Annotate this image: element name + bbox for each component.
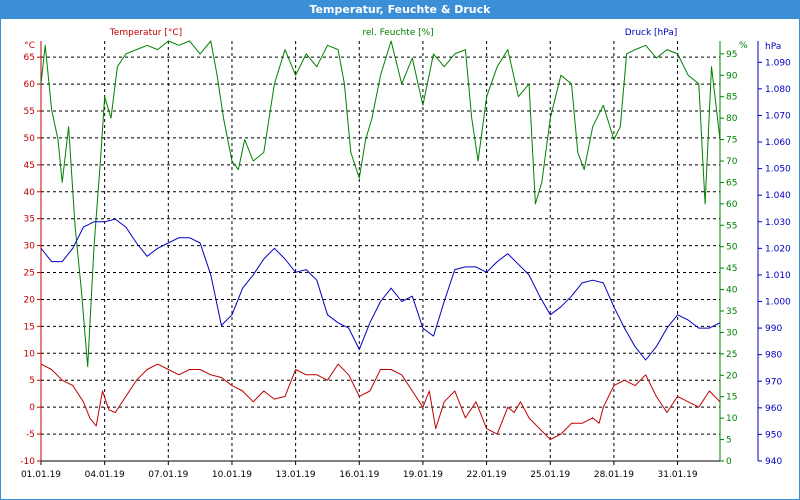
- temp-tick-label: -5: [26, 430, 35, 440]
- pressure-tick-label: 1.030: [765, 218, 791, 228]
- humidity-tick-label: 35: [726, 307, 737, 317]
- humidity-tick-label: 0: [726, 457, 732, 467]
- humidity-unit-label: %: [739, 41, 748, 51]
- humidity-axis-title: rel. Feuchte [%]: [362, 28, 433, 38]
- temp-tick-label: 30: [24, 242, 36, 252]
- temp-tick-label: 65: [24, 53, 35, 63]
- temp-tick-label: 55: [24, 107, 35, 117]
- temp-tick-label: 20: [24, 295, 36, 305]
- pressure-tick-label: 1.080: [765, 85, 791, 95]
- humidity-tick-label: 75: [726, 136, 737, 146]
- humidity-tick-label: 25: [726, 350, 737, 360]
- temp-tick-label: 5: [29, 376, 35, 386]
- temp-tick-label: 0: [29, 403, 35, 413]
- temp-tick-label: 60: [24, 80, 36, 90]
- temp-tick-label: 15: [24, 322, 35, 332]
- pressure-tick-label: 970: [765, 377, 782, 387]
- pressure-tick-label: 960: [765, 404, 782, 414]
- temp-tick-label: 10: [24, 349, 36, 359]
- pressure-tick-label: 940: [765, 457, 782, 467]
- humidity-tick-label: 95: [726, 50, 737, 60]
- x-tick-label: 19.01.19: [403, 470, 443, 480]
- x-tick-label: 16.01.19: [339, 470, 379, 480]
- temp-tick-label: -10: [20, 457, 35, 467]
- humidity-tick-label: 65: [726, 178, 737, 188]
- pressure-tick-label: 980: [765, 351, 782, 361]
- pressure-axis-title: Druck [hPa]: [625, 28, 678, 38]
- humidity-tick-label: 60: [726, 200, 738, 210]
- humidity-tick-label: 80: [726, 114, 738, 124]
- temp-tick-label: 35: [24, 215, 35, 225]
- humidity-tick-label: 5: [726, 436, 732, 446]
- x-tick-label: 10.01.19: [212, 470, 252, 480]
- pressure-tick-label: 950: [765, 430, 782, 440]
- temp-tick-label: 50: [24, 134, 36, 144]
- humidity-tick-label: 20: [726, 371, 738, 381]
- pressure-series-line: [40, 218, 721, 361]
- x-tick-label: 13.01.19: [276, 470, 316, 480]
- pressure-tick-label: 990: [765, 324, 782, 334]
- pressure-tick-label: 1.000: [765, 298, 791, 308]
- humidity-tick-label: 40: [726, 286, 738, 296]
- temp-tick-label: 40: [24, 188, 36, 198]
- temp-tick-label: 45: [24, 161, 35, 171]
- x-tick-label: 31.01.19: [658, 470, 698, 480]
- humidity-tick-label: 55: [726, 221, 737, 231]
- humidity-tick-label: 85: [726, 93, 737, 103]
- humidity-tick-label: 15: [726, 393, 737, 403]
- x-tick-label: 07.01.19: [148, 470, 188, 480]
- pressure-tick-label: 1.090: [765, 58, 791, 68]
- pressure-tick-label: 1.070: [765, 111, 791, 121]
- temperature-series-line: [40, 363, 721, 440]
- humidity-series-line: [40, 40, 721, 368]
- chart-window: Temperatur, Feuchte & Druck 01.01.19 04.0…: [0, 0, 800, 500]
- x-tick-label: 25.01.19: [530, 470, 570, 480]
- x-tick-label: 28.01.19: [594, 470, 634, 480]
- humidity-tick-label: 30: [726, 328, 738, 338]
- pressure-tick-label: 1.040: [765, 191, 791, 201]
- humidity-tick-label: 10: [726, 414, 738, 424]
- pressure-tick-label: 1.010: [765, 271, 791, 281]
- temp-tick-label: 25: [24, 269, 35, 279]
- chart-canvas: 01.01.19 04.01.19 07.01.19 10.01.19 13.01.19…: [20, 28, 791, 480]
- pressure-tick-label: 1.050: [765, 165, 791, 175]
- temp-axis-title: Temperatur [°C]: [109, 28, 182, 38]
- x-tick-label: 01.01.19: [21, 470, 61, 480]
- pressure-tick-label: 1.020: [765, 244, 791, 254]
- pressure-unit-label: hPa: [765, 42, 781, 52]
- humidity-tick-label: 70: [726, 157, 738, 167]
- humidity-tick-label: 90: [726, 71, 738, 81]
- humidity-tick-label: 45: [726, 264, 737, 274]
- pressure-tick-label: 1.060: [765, 138, 791, 148]
- humidity-tick-label: 50: [726, 243, 738, 253]
- temp-unit-label: °C: [24, 41, 35, 51]
- x-tick-label: 22.01.19: [467, 470, 507, 480]
- x-tick-label: 04.01.19: [85, 470, 125, 480]
